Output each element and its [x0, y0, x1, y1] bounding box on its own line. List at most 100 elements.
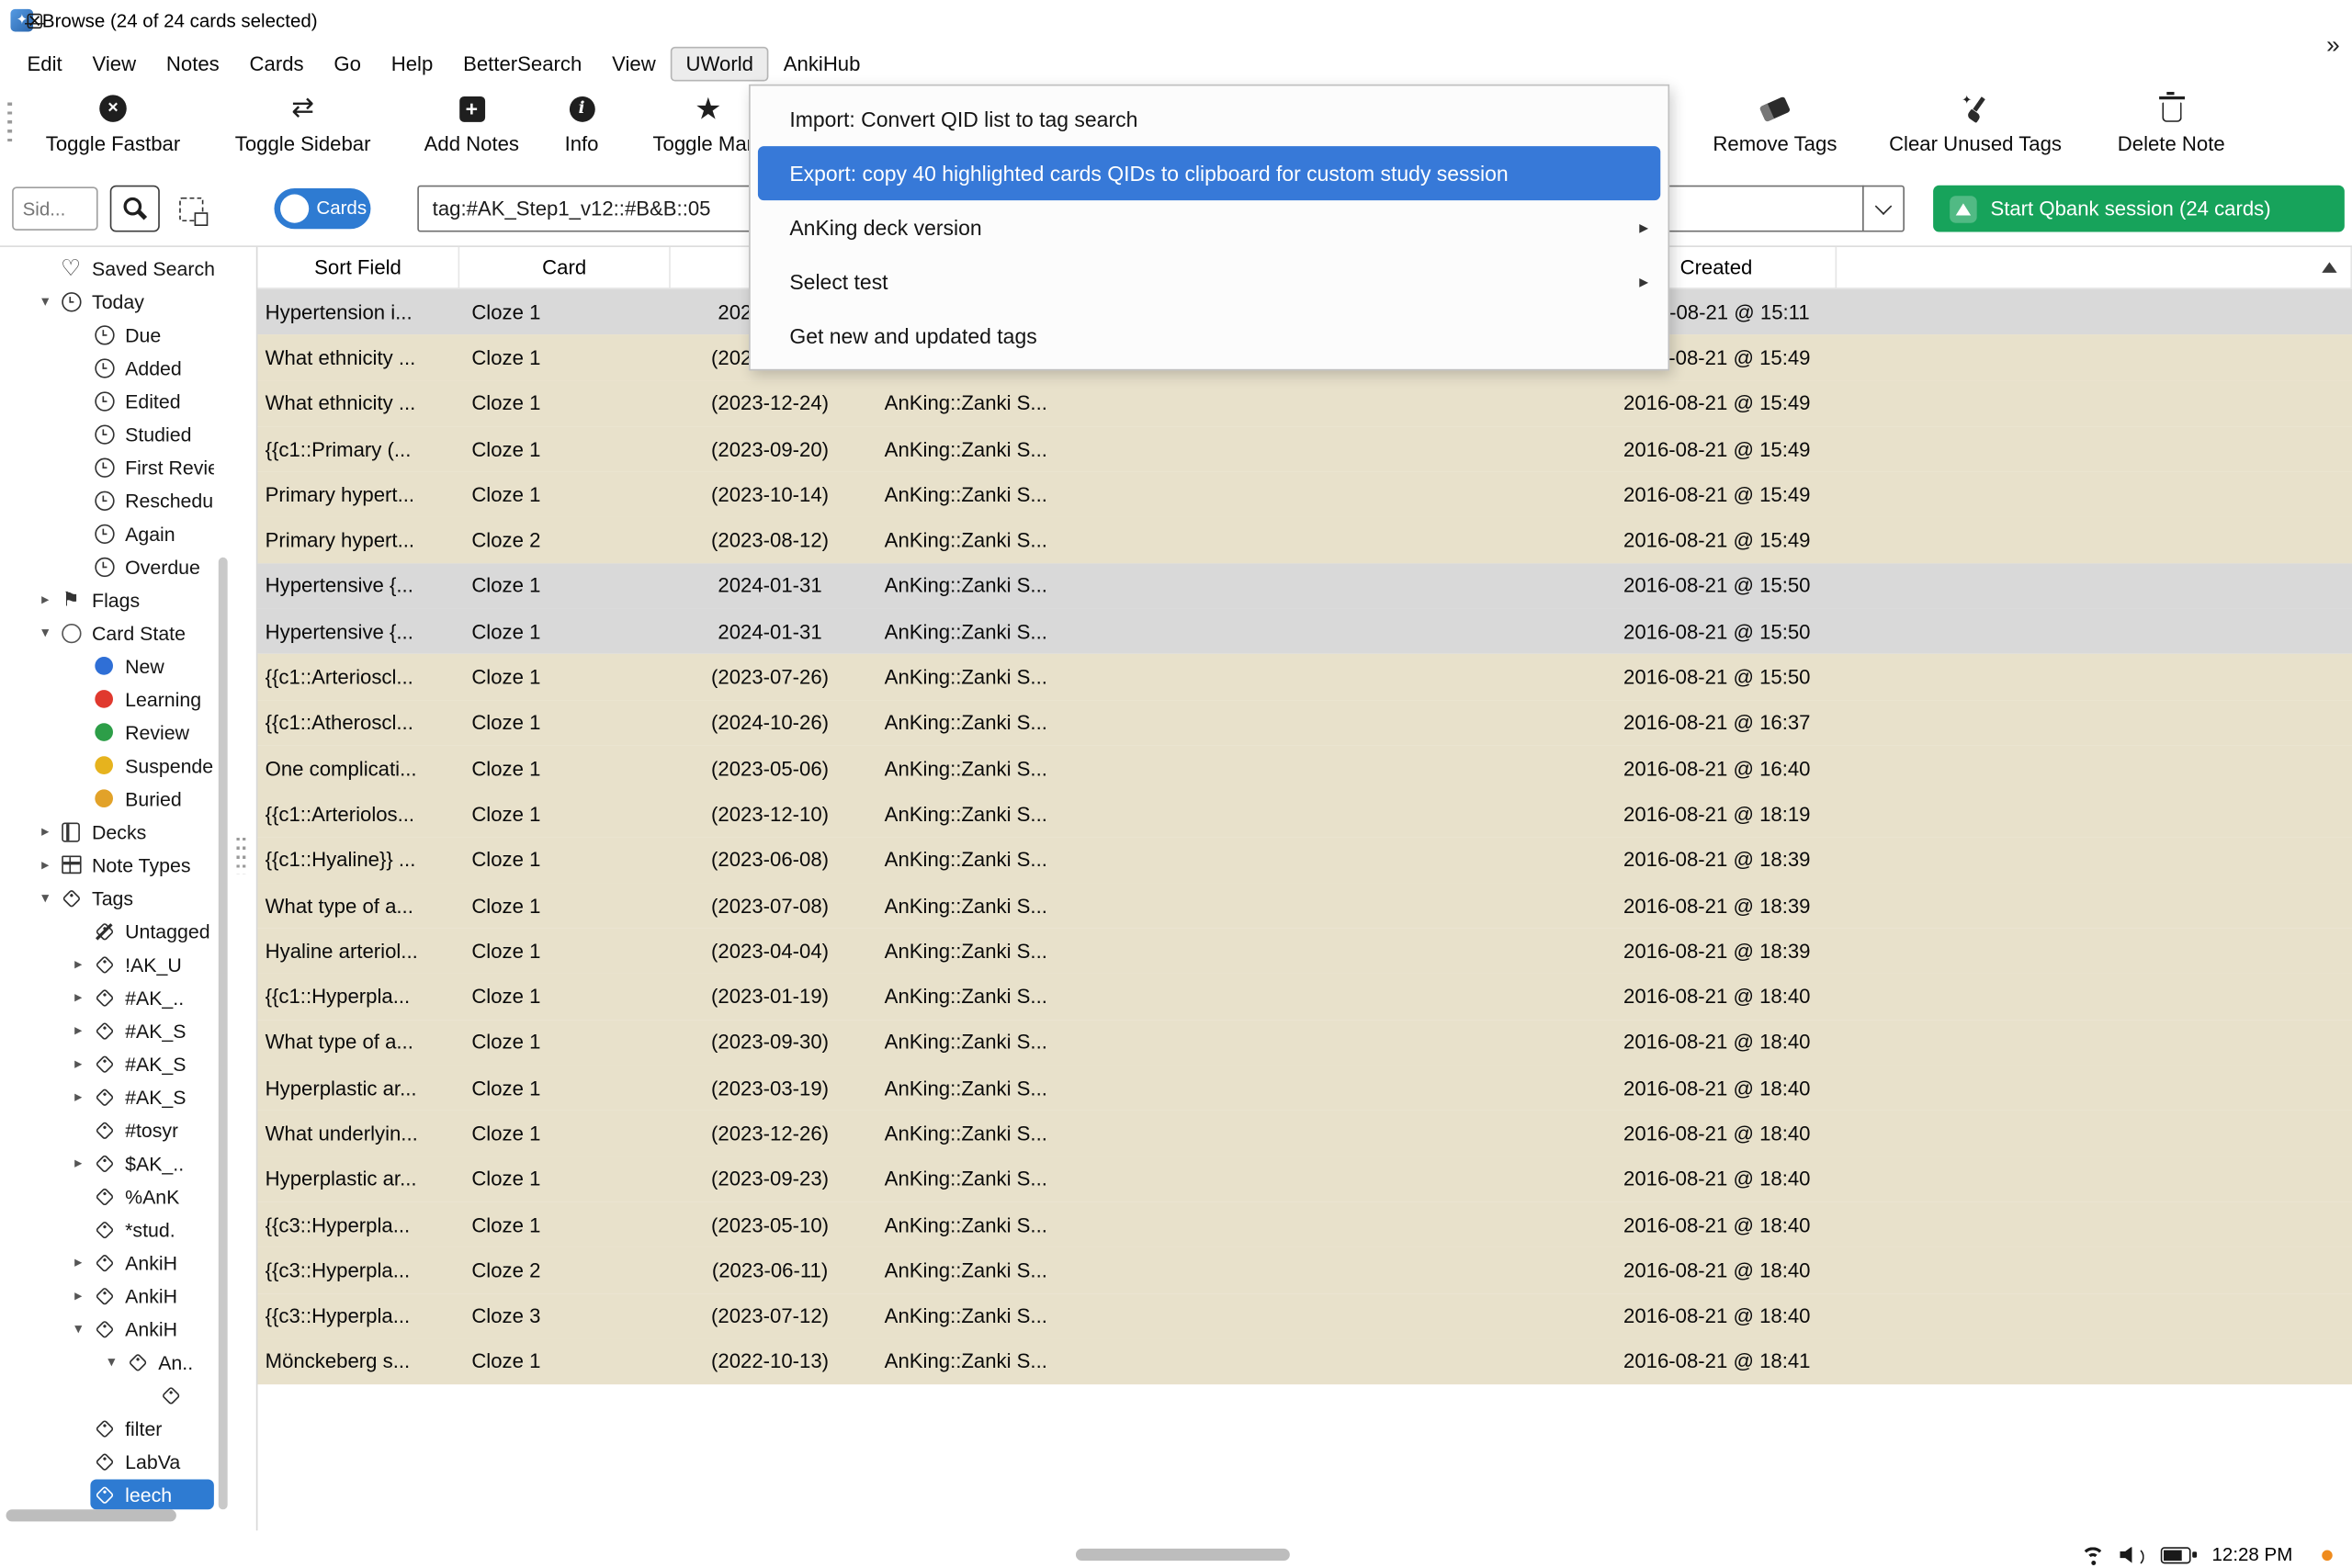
- table-row[interactable]: What underlyin...Cloze 1(2023-12-26)AnKi…: [257, 1111, 2352, 1156]
- table-row[interactable]: {{c1::Hyaline}} ...Cloze 1(2023-06-08)An…: [257, 837, 2352, 883]
- selection-mode-button[interactable]: [170, 190, 210, 230]
- sidebar-item-overdue[interactable]: Overdue: [0, 550, 254, 583]
- wifi-icon[interactable]: [2081, 1546, 2109, 1567]
- table-row[interactable]: {{c3::Hyperpla...Cloze 1(2023-05-10)AnKi…: [257, 1202, 2352, 1248]
- chevron-right-icon[interactable]: ▸: [66, 1089, 90, 1105]
- menubar-item-view[interactable]: View: [77, 46, 151, 81]
- sidebar-item-ankih[interactable]: ▸AnkiH: [0, 1279, 254, 1312]
- menubar-item-go[interactable]: Go: [319, 46, 376, 81]
- sidebar-vertical-scrollbar[interactable]: [219, 558, 228, 1509]
- add-notes-button[interactable]: +Add Notes: [401, 90, 542, 155]
- sidebar-item-leech[interactable]: leech: [0, 1478, 254, 1511]
- sidebar-item-today[interactable]: ▾Today: [0, 285, 254, 318]
- column-header-sort-field[interactable]: Sort Field: [257, 247, 459, 288]
- sidebar-item-filter[interactable]: filter: [0, 1412, 254, 1445]
- sidebar-item-an[interactable]: ▾An..: [0, 1346, 254, 1379]
- sidebar-item-ak-s[interactable]: ▸#AK_S: [0, 1047, 254, 1080]
- menubar-item-view-2[interactable]: View: [597, 46, 671, 81]
- sidebar-item-ak[interactable]: ▸$AK_..: [0, 1146, 254, 1179]
- menubar-item-ankihub[interactable]: AnkiHub: [768, 46, 875, 81]
- sidebar-item-suspended[interactable]: Suspended: [0, 749, 254, 782]
- chevron-down-icon[interactable]: ▾: [33, 293, 57, 310]
- menubar-item-notes[interactable]: Notes: [151, 46, 234, 81]
- menu-item-get-new-and-updated-tags[interactable]: Get new and updated tags: [751, 309, 1668, 363]
- menubar-item-uworld[interactable]: UWorld: [671, 46, 768, 81]
- sidebar-item-ak-u[interactable]: ▸!AK_U: [0, 948, 254, 981]
- table-row[interactable]: What type of a...Cloze 1(2023-07-08)AnKi…: [257, 883, 2352, 929]
- sidebar-item-rescheduled[interactable]: Rescheduled: [0, 483, 254, 516]
- sidebar-horizontal-scrollbar[interactable]: [6, 1509, 176, 1521]
- table-row[interactable]: Primary hypert...Cloze 2(2023-08-12)AnKi…: [257, 517, 2352, 563]
- sidebar-filter-input[interactable]: [12, 186, 97, 231]
- sidebar-item-untagged[interactable]: Untagged: [0, 914, 254, 947]
- chevron-right-icon[interactable]: ▸: [33, 592, 57, 608]
- sidebar-item-review[interactable]: Review: [0, 716, 254, 749]
- toggle-fastbar-button[interactable]: ×Toggle Fastbar: [28, 90, 199, 155]
- table-row[interactable]: {{c1::Arteriolos...Cloze 1(2023-12-10)An…: [257, 791, 2352, 837]
- sidebar-item-ak[interactable]: ▸#AK_..: [0, 981, 254, 1014]
- volume-icon[interactable]: [2120, 1544, 2145, 1565]
- sidebar-item-flags[interactable]: ▸⚑Flags: [0, 583, 254, 616]
- sidebar-item-stud[interactable]: *stud.: [0, 1213, 254, 1246]
- chevron-right-icon[interactable]: ▸: [33, 856, 57, 873]
- titlebar[interactable]: ✦ Browse (24 of 24 cards selected) — ×: [0, 0, 2352, 42]
- table-row[interactable]: {{c3::Hyperpla...Cloze 2(2023-06-11)AnKi…: [257, 1247, 2352, 1293]
- menubar-item-cards[interactable]: Cards: [234, 46, 319, 81]
- sidebar-item-ak-s[interactable]: ▸#AK_S: [0, 1080, 254, 1113]
- column-header-card[interactable]: Card: [459, 247, 671, 288]
- menu-item-import-convert-qid-list-to-tag-search[interactable]: Import: Convert QID list to tag search: [751, 92, 1668, 146]
- delete-note-button[interactable]: Delete Note: [2096, 90, 2246, 155]
- sidebar-item-labva[interactable]: LabVa: [0, 1445, 254, 1478]
- table-row[interactable]: One complicati...Cloze 1(2023-05-06)AnKi…: [257, 746, 2352, 792]
- chevron-right-icon[interactable]: ▸: [66, 1287, 90, 1303]
- chevron-down-icon[interactable]: ▾: [33, 625, 57, 641]
- sidebar-item-ank[interactable]: %AnK: [0, 1179, 254, 1213]
- chevron-right-icon[interactable]: ▸: [66, 1055, 90, 1072]
- battery-icon[interactable]: [2161, 1547, 2191, 1563]
- table-row[interactable]: Hypertensive {...Cloze 12024-01-31AnKing…: [257, 609, 2352, 655]
- cards-notes-toggle[interactable]: Cards: [274, 188, 370, 229]
- chevron-right-icon[interactable]: ▸: [66, 956, 90, 973]
- sidebar-item-ak-s[interactable]: ▸#AK_S: [0, 1014, 254, 1047]
- sidebar-item-again[interactable]: Again: [0, 517, 254, 550]
- sidebar-item-tosyr[interactable]: #tosyr: [0, 1113, 254, 1146]
- sidebar-item-added[interactable]: Added: [0, 351, 254, 384]
- table-row[interactable]: {{c1::Atheroscl...Cloze 1(2024-10-26)AnK…: [257, 700, 2352, 746]
- menu-item-anking-deck-version[interactable]: AnKing deck version▸: [751, 200, 1668, 254]
- sidebar-item-buried[interactable]: Buried: [0, 782, 254, 815]
- chevron-down-icon[interactable]: ▾: [99, 1354, 123, 1371]
- table-row[interactable]: Hyperplastic ar...Cloze 1(2023-03-19)AnK…: [257, 1066, 2352, 1111]
- table-row[interactable]: Primary hypert...Cloze 1(2023-10-14)AnKi…: [257, 472, 2352, 518]
- menu-item-select-test[interactable]: Select test▸: [751, 254, 1668, 309]
- sidebar-item-tags[interactable]: ▾Tags: [0, 881, 254, 914]
- table-row[interactable]: What type of a...Cloze 1(2023-09-30)AnKi…: [257, 1020, 2352, 1066]
- close-button[interactable]: ×: [0, 0, 69, 42]
- sidebar-item-card-state[interactable]: ▾Card State: [0, 616, 254, 649]
- chevron-right-icon[interactable]: ▸: [33, 823, 57, 840]
- toolbar-overflow-chevron[interactable]: »: [2326, 33, 2340, 61]
- sidebar-item-saved-searches[interactable]: ♡Saved Searches: [0, 252, 254, 285]
- sidebar-item-learning[interactable]: Learning: [0, 682, 254, 716]
- sidebar-item-edited[interactable]: Edited: [0, 384, 254, 417]
- sidebar-item-decks[interactable]: ▸Decks: [0, 815, 254, 848]
- chevron-right-icon[interactable]: ▸: [66, 989, 90, 1006]
- chevron-right-icon[interactable]: ▸: [66, 1155, 90, 1171]
- menubar-item-edit[interactable]: Edit: [12, 46, 77, 81]
- sidebar-item-ankih[interactable]: ▸AnkiH: [0, 1246, 254, 1279]
- menu-item-export-copy-40-highlighted-cards-qids-to-clipboard-for-custom-study-session[interactable]: Export: copy 40 highlighted cards QIDs t…: [758, 146, 1660, 200]
- sidebar-item-tag[interactable]: [0, 1379, 254, 1412]
- table-row[interactable]: Mönckeberg s...Cloze 1(2022-10-13)AnKing…: [257, 1339, 2352, 1385]
- table-row[interactable]: {{c1::Primary (...Cloze 1(2023-09-20)AnK…: [257, 426, 2352, 472]
- table-row[interactable]: Hyperplastic ar...Cloze 1(2023-09-23)AnK…: [257, 1156, 2352, 1202]
- start-qbank-session-button[interactable]: Start Qbank session (24 cards): [1933, 186, 2345, 232]
- chevron-right-icon[interactable]: ▸: [66, 1022, 90, 1039]
- chevron-down-icon[interactable]: ▾: [66, 1320, 90, 1337]
- notification-dot-icon[interactable]: [2322, 1551, 2332, 1561]
- table-row[interactable]: Hypertensive {...Cloze 12024-01-31AnKing…: [257, 563, 2352, 609]
- search-history-dropdown[interactable]: [1862, 186, 1905, 232]
- sidebar-item-due[interactable]: Due: [0, 318, 254, 351]
- clock-time[interactable]: 12:28 PM: [2212, 1544, 2293, 1565]
- toggle-sidebar-button[interactable]: ⇄Toggle Sidebar: [217, 90, 389, 155]
- table-row[interactable]: {{c1::Arterioscl...Cloze 1(2023-07-26)An…: [257, 654, 2352, 700]
- table-horizontal-scrollbar[interactable]: [1076, 1549, 1290, 1561]
